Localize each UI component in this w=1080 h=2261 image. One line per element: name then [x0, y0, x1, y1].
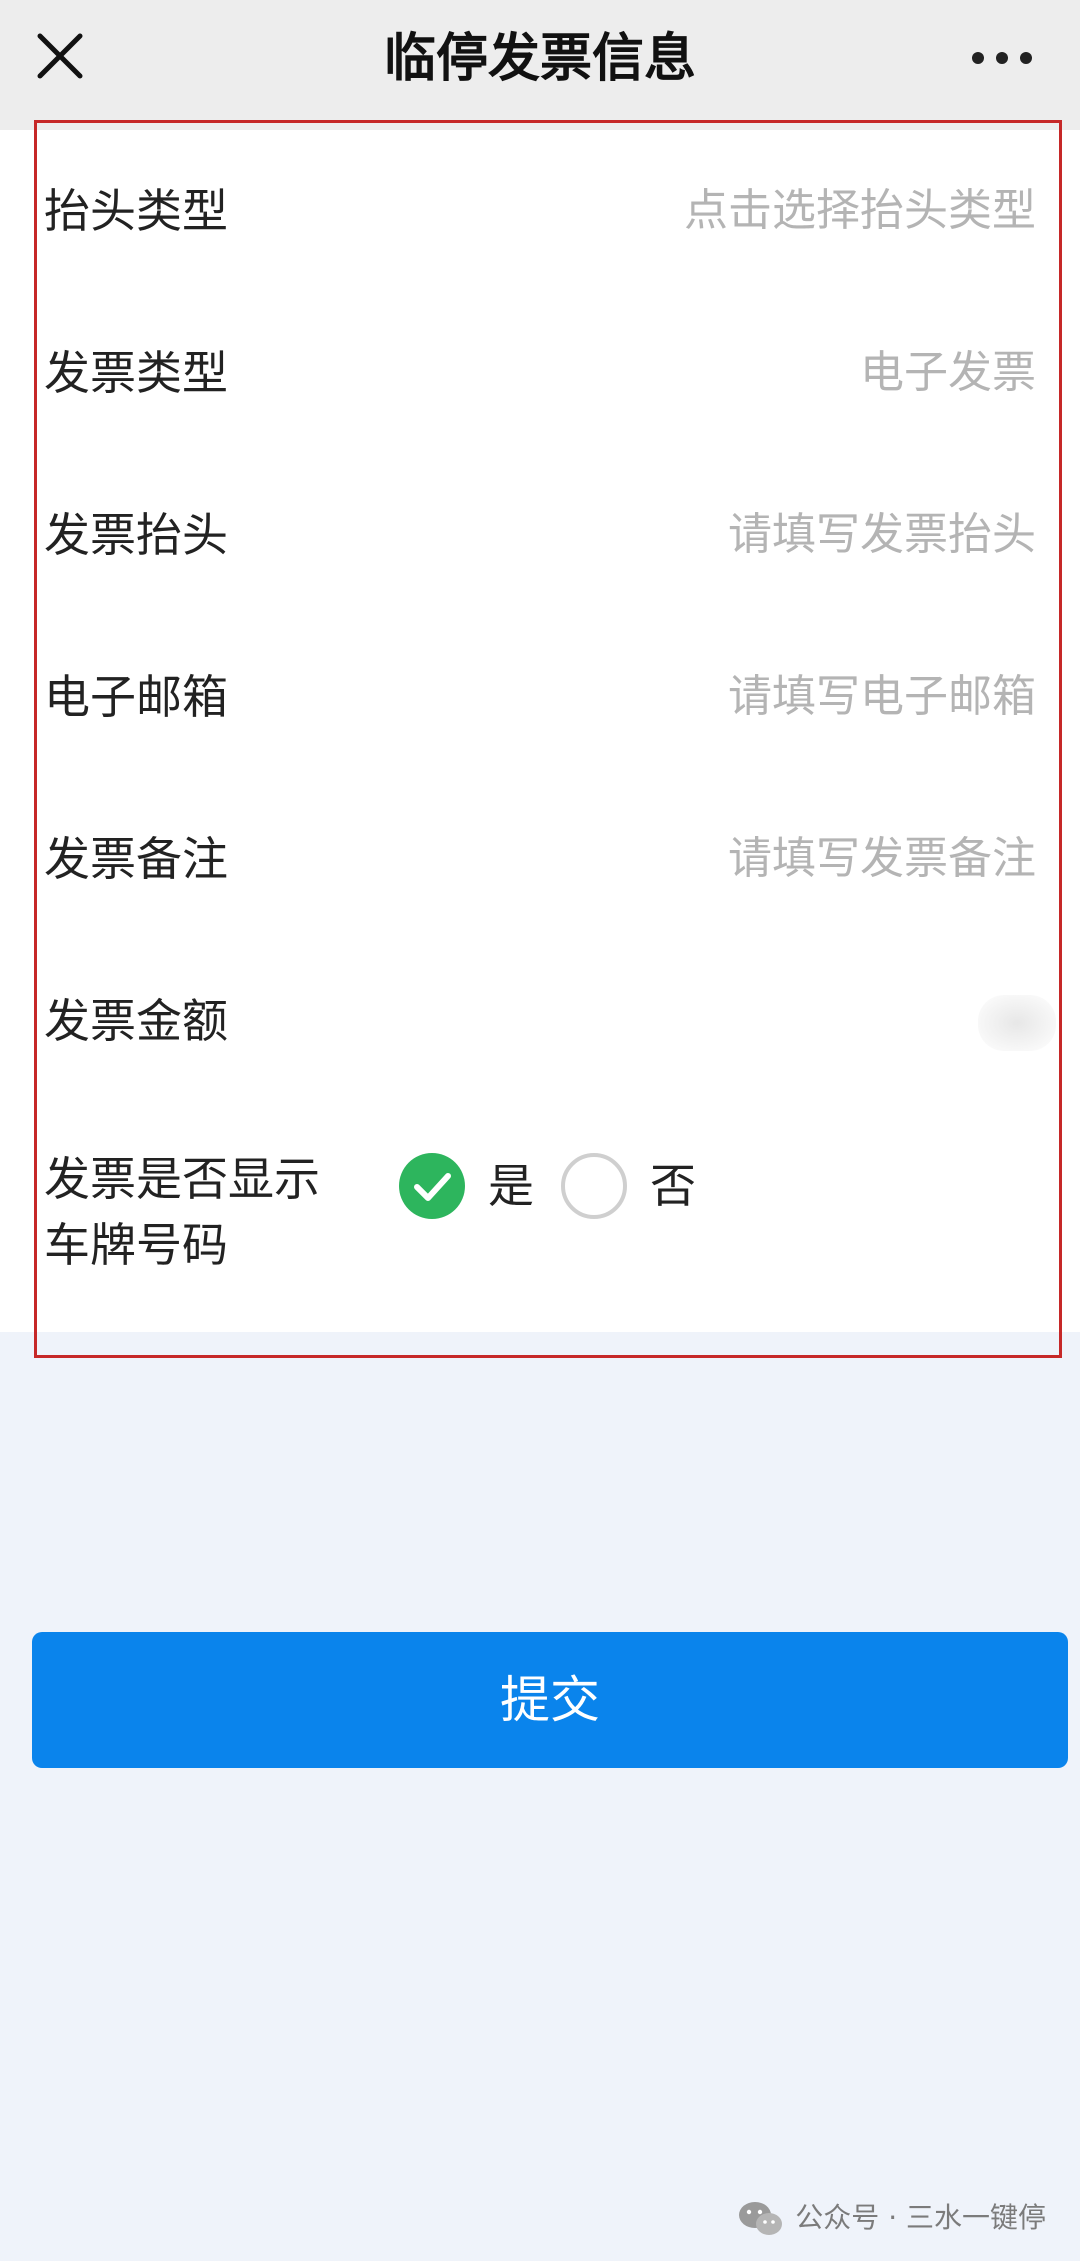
form-row-amount: 发票金额 — [44, 940, 1056, 1102]
amount-value-blurred — [978, 995, 1056, 1051]
radio-no-label: 否 — [650, 1159, 696, 1213]
form-row-email[interactable]: 电子邮箱 请填写电子邮箱 — [44, 616, 1036, 778]
email-label: 电子邮箱 — [44, 670, 228, 724]
form-row-invoice-type: 发票类型 电子发票 — [44, 292, 1036, 454]
email-input[interactable]: 请填写电子邮箱 — [728, 616, 1036, 778]
more-dots-icon — [972, 52, 1032, 64]
watermark-text: 公众号 · 三水一键停 — [795, 2201, 1046, 2234]
top-bar: 临停发票信息 — [0, 0, 1080, 130]
watermark: 公众号 · 三水一键停 — [737, 2194, 1046, 2242]
show-plate-question-line2: 车牌号码 — [44, 1218, 228, 1272]
unchecked-radio-icon — [561, 1153, 627, 1219]
show-plate-question: 发票是否显示 车牌号码 — [44, 1146, 344, 1278]
submit-button[interactable]: 提交 — [32, 1632, 1068, 1768]
more-button[interactable] — [964, 30, 1040, 86]
title-type-select[interactable]: 点击选择抬头类型 — [684, 130, 1036, 292]
radio-yes-label: 是 — [488, 1159, 534, 1213]
form-row-remark[interactable]: 发票备注 请填写发票备注 — [44, 778, 1036, 940]
radio-option-yes[interactable]: 是 — [398, 1152, 548, 1220]
close-icon — [37, 33, 83, 79]
invoice-type-label: 发票类型 — [44, 346, 228, 400]
close-button[interactable] — [28, 24, 92, 88]
wechat-icon — [739, 2202, 783, 2235]
form-row-title-type[interactable]: 抬头类型 点击选择抬头类型 — [44, 130, 1036, 292]
invoice-title-label: 发票抬头 — [44, 508, 228, 562]
invoice-type-value: 电子发票 — [860, 347, 1036, 398]
title-type-label: 抬头类型 — [44, 184, 228, 238]
remark-label: 发票备注 — [44, 832, 228, 886]
radio-option-no[interactable]: 否 — [560, 1152, 710, 1220]
show-plate-question-line1: 发票是否显示 — [44, 1152, 320, 1206]
checked-radio-icon — [399, 1153, 465, 1219]
form-row-invoice-title[interactable]: 发票抬头 请填写发票抬头 — [44, 454, 1036, 616]
amount-label: 发票金额 — [44, 994, 228, 1048]
remark-input[interactable]: 请填写发票备注 — [728, 778, 1036, 940]
page-title: 临停发票信息 — [383, 29, 696, 89]
invoice-title-input[interactable]: 请填写发票抬头 — [728, 454, 1036, 616]
